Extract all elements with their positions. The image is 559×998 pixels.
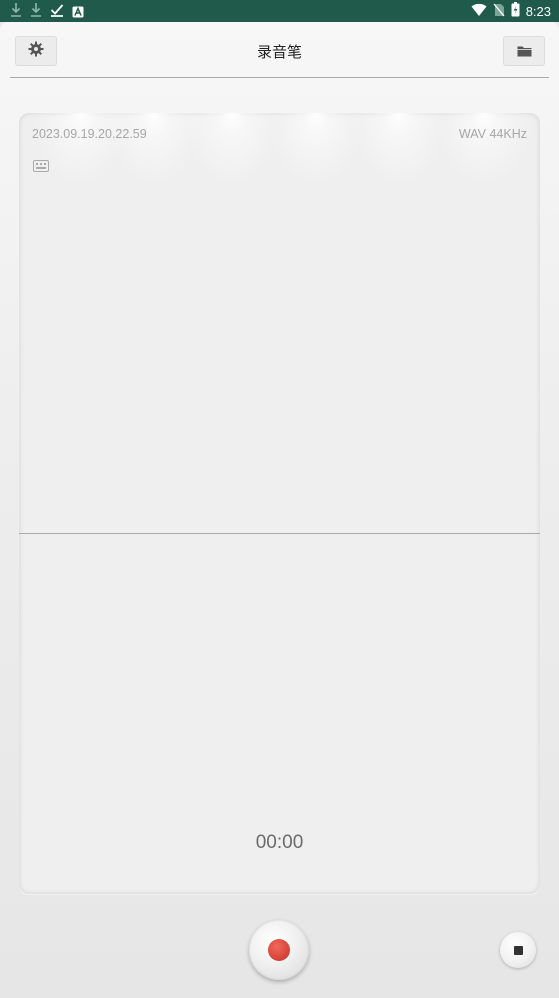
folder-button[interactable] xyxy=(503,36,545,66)
download-icon xyxy=(30,2,42,22)
status-time: 8:23 xyxy=(525,4,551,19)
status-bar: 8:23 xyxy=(0,0,559,22)
wifi-icon xyxy=(471,2,487,21)
a-icon xyxy=(72,3,84,22)
record-icon xyxy=(268,939,290,961)
battery-icon xyxy=(511,2,520,21)
record-button[interactable] xyxy=(249,920,309,980)
folder-icon xyxy=(517,42,532,61)
waveform-baseline xyxy=(19,533,540,534)
recorder-panel: 2023.09.19.20.22.59 WAV 44KHz 00:00 xyxy=(19,113,540,894)
stop-icon xyxy=(513,945,523,955)
check-icon xyxy=(50,2,64,22)
header-divider xyxy=(10,77,549,78)
stop-button[interactable] xyxy=(500,932,536,968)
no-sim-icon xyxy=(493,2,505,21)
download-icon xyxy=(10,2,22,22)
keyboard-icon xyxy=(33,157,49,176)
audio-format: WAV 44KHz xyxy=(458,127,527,141)
recording-timer: 00:00 xyxy=(255,832,304,853)
recording-timestamp: 2023.09.19.20.22.59 xyxy=(32,127,147,141)
page-title: 录音笔 xyxy=(256,43,302,61)
